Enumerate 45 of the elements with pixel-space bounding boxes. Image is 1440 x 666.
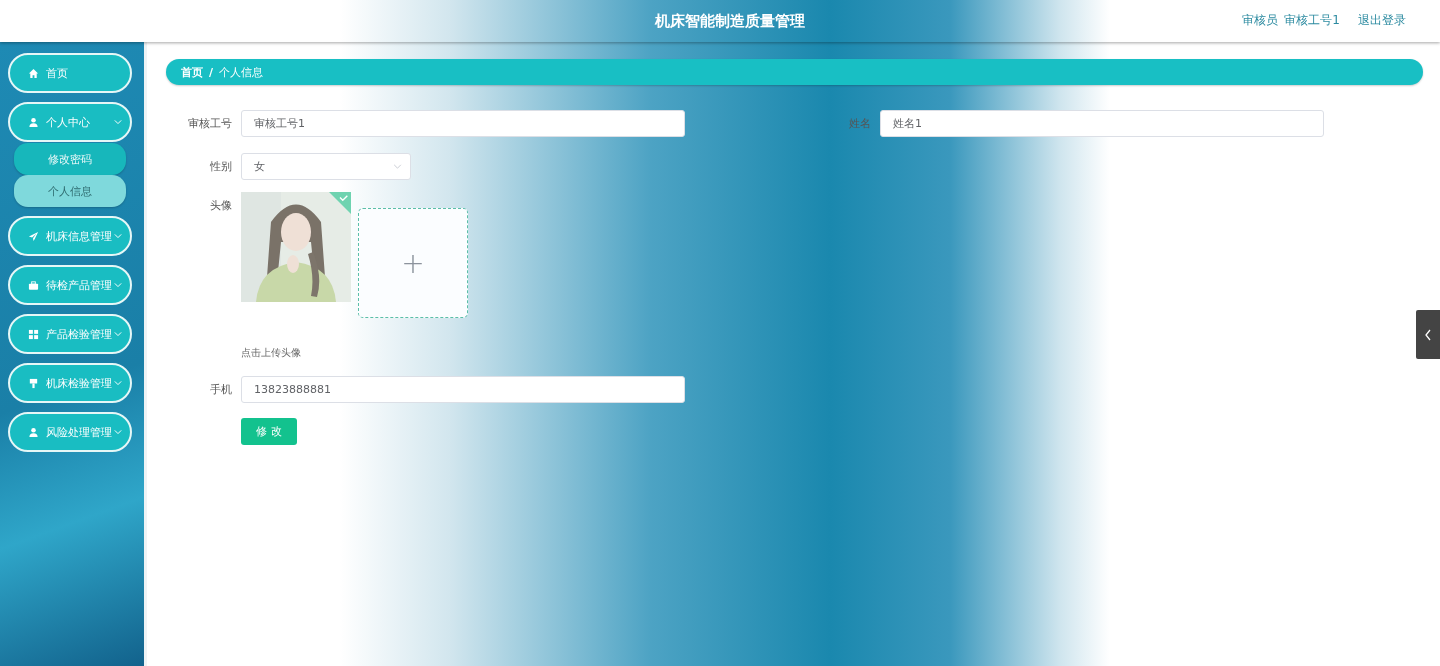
chevron-down-icon bbox=[114, 380, 122, 386]
menu-item[interactable]: 机床检验管理 bbox=[8, 363, 132, 403]
upload-hint: 点击上传头像 bbox=[241, 346, 302, 360]
field-label: 审核工号 bbox=[187, 116, 233, 132]
menu-item[interactable]: 风险处理管理 bbox=[8, 412, 132, 452]
menu-item[interactable]: 个人中心 bbox=[8, 102, 132, 142]
user-role: 审核员 bbox=[1242, 12, 1279, 29]
paper-plane-icon bbox=[28, 230, 39, 242]
grid-icon bbox=[28, 328, 39, 340]
field-label: 头像 bbox=[209, 198, 233, 214]
input-field[interactable]: 13823888881 bbox=[241, 376, 685, 403]
chevron-down-icon bbox=[114, 233, 122, 239]
chevron-down-icon bbox=[114, 331, 122, 337]
upload-box[interactable]: + bbox=[358, 208, 468, 318]
menu-item[interactable]: 产品检验管理 bbox=[8, 314, 132, 354]
field-label: 手机 bbox=[209, 382, 233, 398]
input-field[interactable]: 姓名1 bbox=[880, 110, 1324, 137]
input-field[interactable]: 审核工号1 bbox=[241, 110, 685, 137]
app-title: 机床智能制造质量管理 bbox=[655, 11, 805, 31]
submenu-item[interactable]: 个人信息 bbox=[14, 175, 126, 207]
menu-item[interactable]: 首页 bbox=[8, 53, 132, 93]
select-field[interactable]: 女 bbox=[241, 153, 411, 180]
chevron-left-icon bbox=[1424, 328, 1432, 341]
submenu-item[interactable]: 修改密码 bbox=[14, 143, 126, 175]
success-check-icon bbox=[329, 192, 351, 214]
user-icon bbox=[28, 116, 39, 128]
username: 审核工号1 bbox=[1284, 12, 1340, 29]
breadcrumb-item: 个人信息 bbox=[219, 64, 264, 80]
home-icon bbox=[28, 67, 39, 79]
field-label: 性别 bbox=[209, 159, 233, 175]
chevron-down-icon bbox=[114, 282, 122, 288]
collapse-tab[interactable] bbox=[1416, 310, 1440, 359]
briefcase-icon bbox=[28, 279, 39, 291]
brush-icon bbox=[28, 377, 39, 389]
breadcrumb-item[interactable]: 首页 bbox=[181, 64, 203, 80]
breadcrumb-separator: / bbox=[209, 65, 214, 79]
chevron-down-icon bbox=[393, 164, 402, 169]
menu-item[interactable]: 机床信息管理 bbox=[8, 216, 132, 256]
submit-button[interactable]: 修 改 bbox=[241, 418, 297, 445]
chevron-down-icon bbox=[114, 429, 122, 435]
user-icon bbox=[28, 426, 39, 438]
chevron-down-icon bbox=[114, 119, 122, 125]
field-label: 姓名 bbox=[848, 116, 872, 132]
logout-link[interactable]: 退出登录 bbox=[1358, 12, 1406, 29]
menu-item[interactable]: 待检产品管理 bbox=[8, 265, 132, 305]
